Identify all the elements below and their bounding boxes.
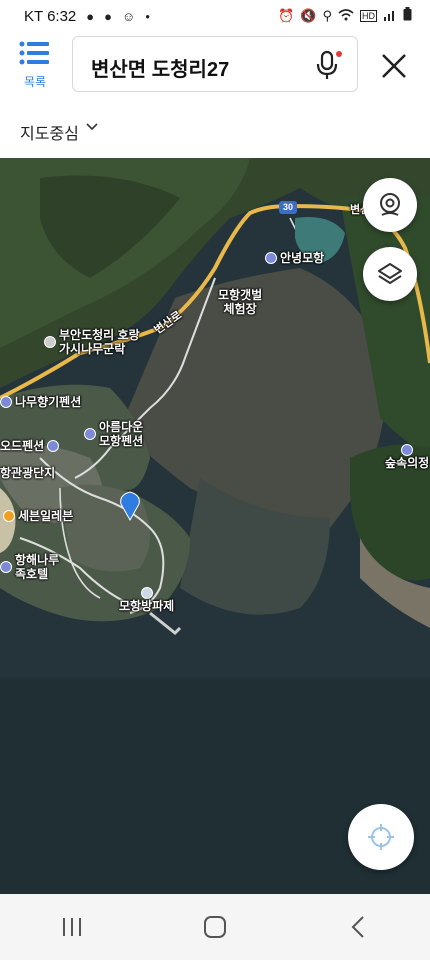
recent-apps-button[interactable]	[42, 907, 102, 947]
microphone-button[interactable]	[311, 49, 343, 81]
lodging-icon	[0, 561, 12, 573]
battery-icon	[403, 7, 412, 25]
layers-icon	[378, 263, 402, 284]
location-icon: ⚲	[322, 8, 332, 23]
home-button[interactable]	[185, 907, 245, 947]
poi-label: 숲속의정	[385, 456, 430, 470]
menu-button[interactable]: 목록	[14, 40, 56, 94]
poi-label: 안녕모항	[280, 251, 325, 265]
poi-label: 항관광단지	[0, 466, 56, 480]
wifi-icon	[338, 8, 354, 25]
lodging-icon	[0, 396, 12, 408]
status-time: KT 6:32	[24, 7, 77, 25]
signal-icon	[383, 8, 397, 25]
street-view-icon	[380, 193, 400, 216]
map-center-row: 지도중심	[0, 102, 430, 158]
lodging-icon	[401, 443, 414, 456]
poi-annyeong[interactable]: 안녕모항	[265, 251, 324, 265]
location-pin-icon[interactable]	[119, 491, 141, 521]
face-icon: ☺	[121, 8, 136, 24]
alarm-icon: ⏰	[278, 8, 295, 23]
poi-label: 나무향기펜션	[15, 395, 82, 409]
search-input[interactable]: 변산면 도청리27	[72, 36, 358, 92]
poi-sumsoguijeong[interactable]: 숲속의정	[385, 442, 429, 470]
search-value: 변산면 도청리27	[91, 59, 230, 81]
layers-button[interactable]	[363, 247, 417, 301]
dot-icon: ●	[145, 11, 151, 21]
poi-label: 항해나루 족호텔	[15, 553, 60, 581]
close-button[interactable]	[376, 48, 412, 84]
status-bar: KT 6:32 ● ● ☺ ● ⏰ 🔇 ⚲ HD	[0, 0, 430, 32]
poi-ode[interactable]: 오드펜션	[0, 439, 60, 453]
back-button[interactable]	[328, 907, 388, 947]
home-icon	[203, 916, 226, 938]
poi-label: 모항갯벌 체험장	[218, 288, 263, 316]
recording-dot	[336, 51, 342, 57]
back-icon	[351, 916, 365, 938]
lodging-icon	[265, 252, 277, 264]
poi-sebeunilrebeun[interactable]: 세븐일레븐	[3, 509, 73, 523]
notification-icon: ●	[104, 8, 112, 24]
recent-apps-icon	[62, 918, 81, 936]
poi-label: 오드펜션	[0, 439, 45, 453]
locate-icon	[368, 824, 394, 850]
poi-haenaru[interactable]: 항해나루 족호텔	[0, 553, 59, 581]
chevron-down-icon[interactable]	[86, 121, 98, 133]
poi-label: 아름다운 모항펜션	[99, 420, 144, 448]
menu-label: 목록	[23, 75, 47, 89]
top-bar: 목록 변산면 도청리27	[0, 32, 430, 102]
poi-label: 모항방파제	[119, 599, 175, 613]
list-icon	[19, 41, 49, 65]
locate-button[interactable]	[348, 804, 414, 870]
poi-label: 세븐일레븐	[18, 509, 74, 523]
poi-buan[interactable]: 부안도청리 호랑 가시나무군락	[44, 328, 140, 356]
mute-icon: 🔇	[300, 8, 317, 23]
poi-namu[interactable]: 나무향기펜션	[0, 395, 81, 409]
route-shield: 30	[279, 201, 297, 214]
close-icon	[382, 54, 406, 78]
system-nav-bar	[0, 894, 430, 960]
poi-hanggwan[interactable]: 항관광단지	[0, 466, 55, 480]
poi-label: 부안도청리 호랑 가시나무군락	[59, 328, 140, 356]
lodging-icon	[84, 428, 96, 440]
poi-bangpaje[interactable]: 모항방파제	[119, 585, 174, 613]
map-center-dropdown[interactable]: 지도중심	[20, 120, 79, 144]
lte-icon: HD	[360, 10, 377, 22]
satellite-map[interactable]: 30 변산로 변산 안녕모항 모항갯벌 체험장 부안도청리 호랑 가시나무군락 …	[0, 158, 430, 894]
landmark-icon	[44, 336, 56, 348]
street-view-button[interactable]	[363, 178, 417, 232]
notification-icon: ●	[86, 8, 95, 24]
lodging-icon	[47, 440, 60, 452]
port-icon	[140, 586, 153, 599]
poi-mohang-gaetbeol[interactable]: 모항갯벌 체험장	[218, 274, 262, 316]
convenience-store-icon	[3, 510, 15, 522]
poi-areumdaun[interactable]: 아름다운 모항펜션	[84, 420, 143, 448]
